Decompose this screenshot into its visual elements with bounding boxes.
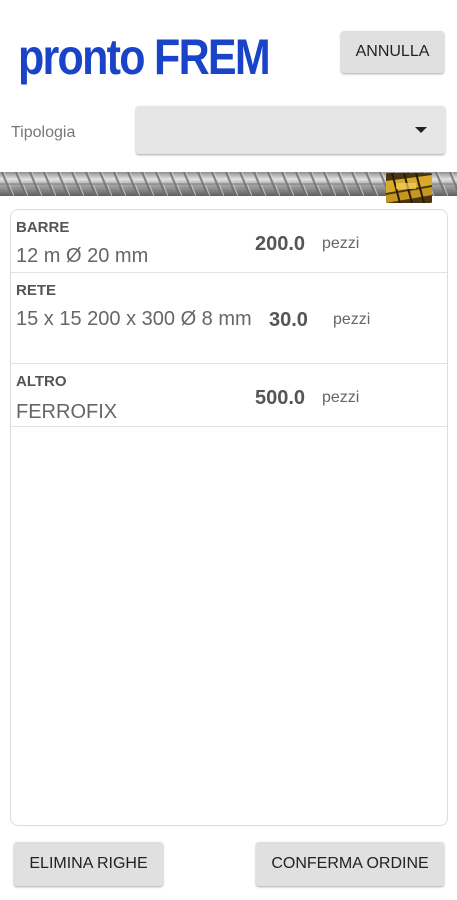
item-unit: pezzi — [322, 389, 360, 406]
item-category: ALTRO — [16, 373, 67, 390]
product-thumbnail-icon — [386, 173, 432, 203]
item-quantity: 200.0 — [255, 233, 306, 255]
ferrofix-product-image — [386, 173, 432, 203]
item-quantity: 30.0 — [269, 309, 308, 331]
item-category: RETE — [16, 282, 57, 299]
item-category: BARRE — [16, 219, 70, 236]
tipologia-select[interactable] — [136, 106, 445, 154]
confirm-order-button[interactable]: CONFERMA ORDINE — [256, 842, 444, 886]
item-description: FERROFIX — [16, 401, 118, 423]
item-unit: pezzi — [333, 311, 371, 328]
tipologia-label: Tipologia — [11, 124, 76, 141]
cancel-button[interactable]: ANNULLA — [341, 31, 444, 73]
list-item[interactable]: BARRE 12 m Ø 20 mm 200.0 pezzi — [11, 210, 447, 273]
order-list[interactable]: BARRE 12 m Ø 20 mm 200.0 pezzi RETE 15 x… — [10, 209, 448, 826]
item-description: 12 m Ø 20 mm — [16, 245, 149, 267]
list-item[interactable]: RETE 15 x 15 200 x 300 Ø 8 mm 30.0 pezzi — [11, 273, 447, 364]
item-quantity: 500.0 — [255, 387, 306, 409]
item-description: 15 x 15 200 x 300 Ø 8 mm — [16, 308, 252, 330]
item-unit: pezzi — [322, 235, 360, 252]
dropdown-caret-icon — [415, 127, 427, 133]
app-header: pronto FREM ANNULLA — [0, 0, 457, 100]
list-item[interactable]: ALTRO FERROFIX 500.0 pezzi — [11, 364, 447, 427]
delete-rows-button[interactable]: ELIMINA RIGHE — [14, 842, 163, 886]
app-logo: pronto FREM — [18, 29, 271, 85]
